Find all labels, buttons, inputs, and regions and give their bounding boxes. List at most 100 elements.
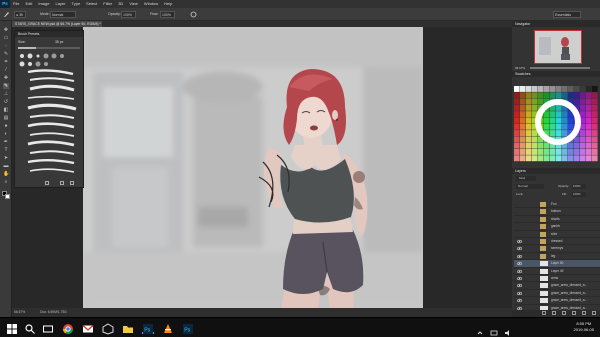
- fill-field[interactable]: 100%: [572, 192, 586, 197]
- swatch-cell[interactable]: [550, 130, 556, 136]
- photoshop-taskbar-icon[interactable]: Ps: [142, 322, 154, 334]
- swatch-cell[interactable]: [526, 111, 532, 118]
- zoom-level[interactable]: 66.67%: [14, 310, 25, 314]
- swatch-cell[interactable]: [544, 149, 550, 155]
- swatch-cell[interactable]: [550, 111, 556, 118]
- swatch-cell[interactable]: [514, 123, 520, 130]
- swatch-cell[interactable]: [532, 149, 538, 155]
- trash-icon[interactable]: [592, 311, 596, 315]
- windows-start-icon[interactable]: [6, 322, 18, 334]
- swatch-cell[interactable]: [580, 111, 586, 118]
- swatch-cell[interactable]: [574, 155, 580, 162]
- swatches-title[interactable]: Swatches: [512, 71, 600, 77]
- layer-row[interactable]: seremys: [514, 245, 600, 253]
- swatch-cell[interactable]: [574, 92, 580, 99]
- move-tool-icon[interactable]: ✥: [3, 27, 9, 33]
- swatch-cell[interactable]: [586, 86, 592, 92]
- link-layers-icon[interactable]: [542, 311, 546, 315]
- quick-select-tool-icon[interactable]: ✎: [3, 51, 9, 57]
- layer-row[interactable]: grace_arms_dressed_a...: [514, 282, 600, 290]
- swatch-cell[interactable]: [538, 155, 544, 162]
- layer-row[interactable]: grace_arms_dressed_a...: [514, 290, 600, 298]
- swatch-cell[interactable]: [556, 149, 562, 155]
- swatch-cell[interactable]: [514, 104, 520, 111]
- brush-stroke-list[interactable]: [18, 68, 82, 178]
- swatch-cell[interactable]: [520, 130, 526, 136]
- swatch-cell[interactable]: [562, 130, 568, 136]
- gmail-icon[interactable]: [82, 322, 94, 334]
- swatch-cell[interactable]: [586, 155, 592, 162]
- swatch-cell[interactable]: [586, 123, 592, 130]
- swatches-grid[interactable]: [514, 86, 598, 162]
- swatch-cell[interactable]: [580, 149, 586, 155]
- eye-icon[interactable]: [516, 261, 523, 266]
- file-explorer-icon[interactable]: [122, 322, 134, 334]
- swatch-cell[interactable]: [592, 136, 598, 143]
- swatch-cell[interactable]: [562, 92, 568, 99]
- swatch-cell[interactable]: [586, 149, 592, 155]
- network-icon[interactable]: [490, 324, 498, 336]
- swatch-cell[interactable]: [568, 123, 574, 130]
- swatch-cell[interactable]: [526, 104, 532, 111]
- eye-icon[interactable]: [516, 291, 523, 296]
- swatch-cell[interactable]: [556, 130, 562, 136]
- eye-icon[interactable]: [516, 239, 523, 244]
- swatch-cell[interactable]: [592, 86, 598, 92]
- layer-row[interactable]: Layer 49: [514, 268, 600, 275]
- brush-tool-icon[interactable]: [3, 11, 10, 18]
- taskbar-clock[interactable]: 8:55 PM 2019-06-05: [574, 321, 594, 333]
- menu-file[interactable]: File: [10, 0, 22, 8]
- swatch-cell[interactable]: [514, 130, 520, 136]
- swatch-cell[interactable]: [580, 130, 586, 136]
- menu-image[interactable]: Image: [35, 0, 52, 8]
- swatch-cell[interactable]: [568, 155, 574, 162]
- swatch-cell[interactable]: [520, 98, 526, 105]
- mask-icon[interactable]: [562, 311, 566, 315]
- hand-tool-icon[interactable]: ✋: [3, 171, 9, 177]
- new-layer-icon[interactable]: [582, 311, 586, 315]
- swatch-cell[interactable]: [526, 149, 532, 155]
- swatch-cell[interactable]: [544, 111, 550, 118]
- swatch-cell[interactable]: [550, 149, 556, 155]
- layer-row[interactable]: grace_arms_dressed_a...: [514, 297, 600, 305]
- swatch-cell[interactable]: [520, 142, 526, 149]
- swatch-cell[interactable]: [592, 130, 598, 136]
- swatch-cell[interactable]: [544, 86, 550, 92]
- swatch-cell[interactable]: [520, 92, 526, 99]
- swatch-cell[interactable]: [532, 155, 538, 162]
- swatch-cell[interactable]: [526, 117, 532, 124]
- swatch-cell[interactable]: [592, 142, 598, 149]
- swatch-cell[interactable]: [580, 98, 586, 105]
- swatch-cell[interactable]: [562, 86, 568, 92]
- swatch-cell[interactable]: [562, 149, 568, 155]
- blur-tool-icon[interactable]: ●: [3, 123, 9, 129]
- swatch-cell[interactable]: [538, 98, 544, 105]
- swatch-cell[interactable]: [514, 155, 520, 162]
- swatch-cell[interactable]: [514, 149, 520, 155]
- menu-window[interactable]: Window: [141, 0, 161, 8]
- swatch-cell[interactable]: [550, 92, 556, 99]
- healing-tool-icon[interactable]: ✚: [3, 75, 9, 81]
- swatch-cell[interactable]: [526, 155, 532, 162]
- swatch-cell[interactable]: [520, 123, 526, 130]
- swatch-cell[interactable]: [544, 123, 550, 130]
- swatch-cell[interactable]: [580, 136, 586, 143]
- swatch-cell[interactable]: [592, 104, 598, 111]
- swatch-cell[interactable]: [520, 136, 526, 143]
- swatch-cell[interactable]: [556, 104, 562, 111]
- background-color-swatch[interactable]: [5, 194, 10, 199]
- layer-opacity-field[interactable]: 100%: [572, 184, 586, 189]
- swatch-cell[interactable]: [526, 98, 532, 105]
- size-slider[interactable]: [18, 47, 80, 49]
- swatch-cell[interactable]: [592, 117, 598, 124]
- history-brush-icon[interactable]: ↺: [3, 99, 9, 105]
- swatch-cell[interactable]: [526, 142, 532, 149]
- dodge-tool-icon[interactable]: ◐: [3, 131, 9, 137]
- swatch-cell[interactable]: [592, 155, 598, 162]
- navigator-zoom-slider[interactable]: [530, 67, 590, 69]
- swatch-cell[interactable]: [520, 155, 526, 162]
- swatch-cell[interactable]: [520, 111, 526, 118]
- swatch-cell[interactable]: [556, 155, 562, 162]
- eye-icon[interactable]: [516, 269, 523, 274]
- eye-icon[interactable]: [516, 246, 523, 251]
